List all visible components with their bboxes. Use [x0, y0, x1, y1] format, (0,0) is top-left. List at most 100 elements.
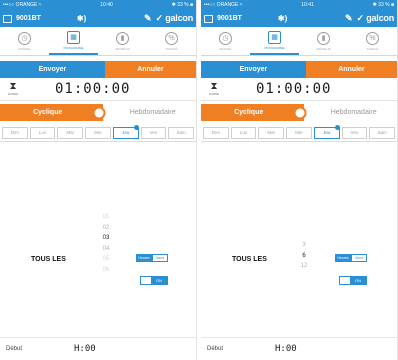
device-name: 9001BT [217, 15, 242, 22]
exit-icon[interactable] [3, 14, 12, 23]
day-jeu[interactable]: Jeu [112, 124, 139, 139]
wheel-option[interactable]: 12 [293, 261, 315, 272]
tab-label: MANUEL [219, 46, 232, 51]
phone-screen-left: •••○○ ORANGE ≈ 10:40 ✱ 33 % ■ 9001BT ✱) … [0, 0, 197, 360]
day-sam[interactable]: Sam [369, 126, 396, 139]
tab-bar: ◷ MANUEL ▦ PROGRAMME ▮ SENSEUR% AVANCÉ [201, 27, 397, 56]
tab-senseur[interactable]: ▮ SENSEUR [299, 27, 348, 55]
duration-row[interactable]: ⧗ DURÉE 01:00:00 [0, 78, 196, 101]
clock-icon: ◷ [18, 31, 31, 45]
tab-avancé[interactable]: % AVANCÉ [348, 27, 397, 55]
wheel-option[interactable]: 06 [95, 265, 117, 276]
wheel-option[interactable]: 04 [95, 244, 117, 255]
start-row[interactable]: Début H:00 [0, 337, 196, 360]
action-bar: Envoyer Annuler [201, 61, 397, 78]
switch-knob [340, 277, 350, 284]
wheel-option[interactable]: 05 [95, 254, 117, 265]
cyclic-option[interactable]: Cyclique [0, 104, 104, 121]
weekly-option[interactable]: Hebdomadaire [103, 104, 196, 121]
day-lun[interactable]: Lun [29, 126, 56, 139]
hourglass-icon: ⧗ DURÉE [208, 81, 220, 97]
pencil-icon[interactable]: ✎ [345, 13, 353, 24]
status-bar: •••○○ ORANGE ≈ 10:40 ✱ 33 % ■ [0, 0, 196, 10]
tab-label: AVANCÉ [366, 46, 379, 51]
unit-days-option[interactable]: Jours [351, 254, 367, 262]
battery-label: ✱ 33 % ■ [171, 2, 193, 8]
weekly-option[interactable]: Hebdomadaire [304, 104, 397, 121]
tab-label: PROGRAMME [264, 45, 285, 50]
tab-programme[interactable]: ▦ PROGRAMME [250, 27, 299, 55]
send-button[interactable]: Envoyer [0, 61, 105, 78]
bluetooth-sound-icon: ✱) [277, 14, 288, 23]
interval-wheel[interactable]: 01 02 03 04 05 06 [95, 212, 117, 275]
mode-toggle-knob[interactable] [293, 106, 307, 119]
send-button[interactable]: Envoyer [201, 61, 306, 78]
day-mer[interactable]: Mer [286, 126, 312, 139]
day-lun[interactable]: Lun [230, 126, 257, 139]
pencil-icon[interactable]: ✎ [144, 13, 152, 24]
duration-value[interactable]: 01:00:00 [55, 81, 130, 97]
switch-knob [141, 277, 151, 284]
on-switch[interactable]: ON [339, 276, 367, 285]
day-mar[interactable]: Mar [57, 126, 84, 139]
day-mar[interactable]: Mar [258, 126, 285, 139]
day-dim[interactable]: Dim [2, 126, 28, 139]
tab-label: AVANCÉ [165, 46, 178, 51]
start-value[interactable]: H:00 [275, 344, 297, 354]
carrier-label: •••○○ ORANGE ≈ [204, 2, 243, 8]
mode-toggle-knob[interactable] [92, 106, 106, 119]
start-label: Début [207, 346, 224, 352]
day-dim[interactable]: Dim [203, 126, 229, 139]
unit-days-option[interactable]: Jours [152, 254, 168, 262]
day-ven[interactable]: Ven [140, 126, 167, 139]
tab-manuel[interactable]: ◷ MANUEL [0, 27, 49, 55]
galcon-logo: ✓ galcon [155, 13, 194, 23]
action-bar: Envoyer Annuler [0, 61, 196, 78]
day-mer[interactable]: Mer [85, 126, 111, 139]
clock-label: 10:40 [100, 2, 113, 8]
start-value[interactable]: H:00 [74, 344, 96, 354]
day-ven[interactable]: Ven [341, 126, 368, 139]
day-sam[interactable]: Sam [168, 126, 195, 139]
interval-picker: TOUS LES 3 6 12 Heures Jours ON [201, 212, 397, 302]
wheel-option[interactable]: 03 [95, 233, 117, 244]
day-selector: Dim Lun Mar Mer Jeu Ven Sam [201, 124, 397, 142]
on-switch[interactable]: ON [140, 276, 168, 285]
tab-programme[interactable]: ▦ PROGRAMME [49, 27, 98, 55]
start-row[interactable]: Début H:00 [201, 337, 397, 360]
clock-label: 10:41 [301, 2, 314, 8]
interval-wheel[interactable]: 3 6 12 [293, 240, 315, 272]
cyclic-option[interactable]: Cyclique [201, 104, 305, 121]
tab-label: SENSEUR [115, 46, 130, 51]
duration-value[interactable]: 01:00:00 [256, 81, 331, 97]
wheel-option[interactable]: 02 [95, 223, 117, 234]
calendar-icon: ▦ [268, 30, 281, 44]
phone-screen-right: •••○○ ORANGE ≈ 10:41 ✱ 33 % ■ 9001BT ✱) … [201, 0, 398, 360]
unit-hours-option[interactable]: Heures [136, 254, 152, 262]
wheel-option[interactable]: 3 [293, 240, 315, 251]
mode-switch[interactable]: Cyclique Hebdomadaire [201, 104, 397, 121]
unit-segmented-control: Heures Jours [136, 254, 168, 262]
cancel-button[interactable]: Annuler [104, 61, 196, 78]
tab-manuel[interactable]: ◷ MANUEL [201, 27, 250, 55]
tab-senseur[interactable]: ▮ SENSEUR [98, 27, 147, 55]
exit-icon[interactable] [204, 14, 213, 23]
wheel-option[interactable]: 01 [95, 212, 117, 223]
switch-label: ON [151, 277, 167, 284]
duration-caption: DURÉE [7, 92, 19, 96]
every-label: TOUS LES [31, 256, 66, 263]
cancel-button[interactable]: Annuler [305, 61, 397, 78]
wheel-option[interactable]: 6 [293, 251, 315, 262]
drop-icon [133, 124, 139, 130]
hourglass-icon: ⧗ DURÉE [7, 81, 19, 97]
unit-hours-option[interactable]: Heures [335, 254, 351, 262]
tab-label: PROGRAMME [63, 45, 84, 50]
calendar-icon: ▦ [67, 30, 80, 44]
duration-caption: DURÉE [208, 92, 220, 96]
duration-row[interactable]: ⧗ DURÉE 01:00:00 [201, 78, 397, 101]
tab-avancé[interactable]: % AVANCÉ [147, 27, 196, 55]
day-selector: Dim Lun Mar Mer Jeu Ven Sam [0, 124, 196, 142]
start-label: Début [6, 346, 23, 352]
day-jeu[interactable]: Jeu [313, 124, 340, 139]
mode-switch[interactable]: Cyclique Hebdomadaire [0, 104, 196, 121]
